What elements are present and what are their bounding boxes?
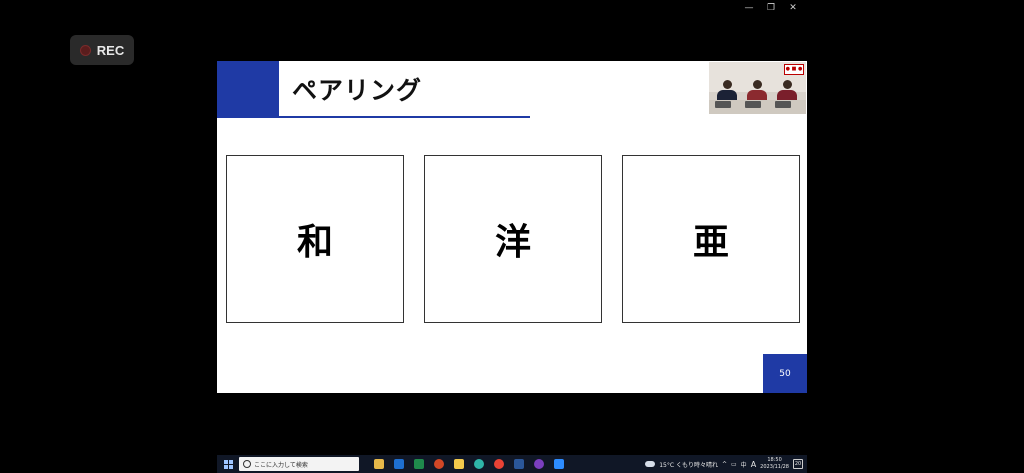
- laptop-icon: [775, 101, 791, 108]
- file-folder-app-icon[interactable]: [451, 457, 467, 471]
- file-explorer-app-icon[interactable]: [371, 457, 387, 471]
- shared-slide: ペアリング ● ■ ● 和 洋 亜 50: [217, 61, 807, 393]
- video-sign: ● ■ ●: [784, 64, 804, 75]
- window-controls: — ❐ ✕: [738, 0, 804, 16]
- slide-title: ペアリング: [292, 76, 423, 105]
- taskbar-search-input[interactable]: ここに入力して検索: [239, 457, 359, 471]
- pairing-card-a: 亜: [622, 155, 800, 323]
- excel-app-icon[interactable]: [411, 457, 427, 471]
- close-button[interactable]: ✕: [782, 0, 804, 16]
- laptop-icon: [715, 101, 731, 108]
- search-icon: [243, 460, 251, 468]
- powerpoint-app-icon[interactable]: [431, 457, 447, 471]
- search-placeholder: ここに入力して検索: [254, 461, 308, 469]
- clock-date: 2023/11/28: [760, 464, 789, 470]
- taskbar: ここに入力して検索 15°C くもり時々晴れ ^ ▭ 中 A 18:50 202…: [217, 455, 807, 473]
- zoom-app-icon[interactable]: [551, 457, 567, 471]
- tray-chevron-up-icon[interactable]: ^: [722, 461, 727, 468]
- record-dot-icon: [79, 44, 91, 56]
- title-accent-block: [217, 61, 279, 118]
- minimize-button[interactable]: —: [738, 0, 760, 16]
- media-player-app-icon[interactable]: [531, 457, 547, 471]
- chrome-app-icon[interactable]: [491, 457, 507, 471]
- participant-video-tile[interactable]: ● ■ ●: [709, 62, 806, 114]
- clock[interactable]: 18:50 2023/11/28: [760, 457, 789, 471]
- edge-app-icon[interactable]: [471, 457, 487, 471]
- card-label: 和: [296, 222, 333, 263]
- ime-mode[interactable]: A: [751, 460, 756, 469]
- pairing-card-wa: 和: [226, 155, 404, 323]
- notification-icon[interactable]: 20: [793, 459, 803, 469]
- network-icon[interactable]: ▭: [731, 461, 737, 468]
- weather-cloud-icon: [645, 461, 656, 467]
- recording-label: REC: [96, 42, 125, 58]
- page-number-box: 50: [763, 354, 807, 393]
- weather-text[interactable]: 15°C くもり時々晴れ: [659, 460, 718, 469]
- system-tray: 15°C くもり時々晴れ ^ ▭ 中 A 18:50 2023/11/28 20: [645, 457, 807, 471]
- recording-indicator[interactable]: REC: [70, 35, 134, 65]
- card-label: 亜: [692, 222, 729, 263]
- clock-time: 18:50: [767, 457, 782, 463]
- word-app-icon[interactable]: [511, 457, 527, 471]
- windows-logo-icon: [223, 459, 233, 469]
- pairing-card-you: 洋: [424, 155, 602, 323]
- laptop-icon: [745, 101, 761, 108]
- taskbar-apps: [371, 457, 567, 471]
- card-label: 洋: [494, 222, 531, 263]
- start-button[interactable]: [217, 455, 239, 473]
- title-underline: [279, 116, 530, 118]
- maximize-button[interactable]: ❐: [760, 0, 782, 16]
- ime-lang[interactable]: 中: [741, 460, 747, 469]
- outlook-app-icon[interactable]: [391, 457, 407, 471]
- page-number: 50: [779, 368, 791, 379]
